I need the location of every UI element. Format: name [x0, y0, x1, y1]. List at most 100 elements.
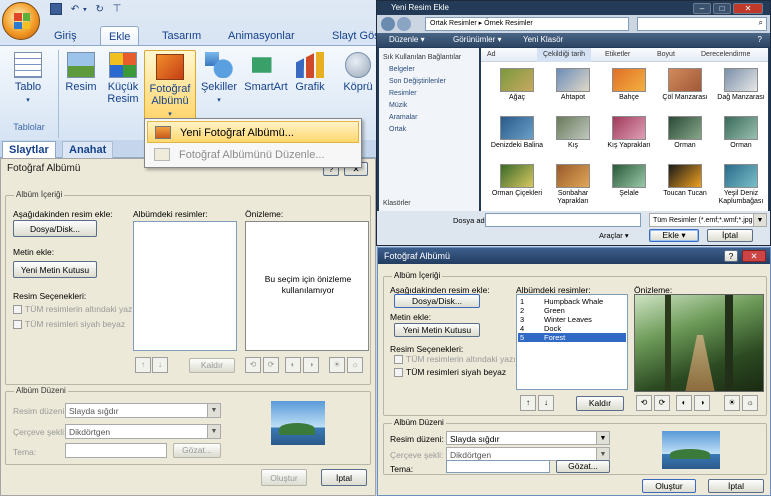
dialog2-captions-checkbox[interactable] — [394, 355, 403, 364]
help-icon[interactable]: ? — [758, 33, 762, 47]
maximize-button[interactable]: □ — [713, 3, 731, 14]
tools-menu[interactable]: Araçlar ▾ — [599, 231, 629, 240]
thumbnail-image[interactable] — [668, 116, 702, 140]
move-down-button[interactable]: ↓ — [152, 357, 168, 373]
save-icon[interactable] — [50, 3, 62, 15]
forward-icon[interactable] — [397, 17, 411, 31]
dialog2-create-button[interactable]: Oluştur — [642, 479, 696, 493]
table-button[interactable]: Tablo ▾ — [8, 52, 48, 107]
views-button[interactable]: Görünümler ▾ — [453, 33, 502, 47]
nav-item-pictures[interactable]: Resimler — [389, 90, 417, 97]
thumbnail-image[interactable] — [724, 68, 758, 92]
menu-item-new-album[interactable]: Yeni Fotoğraf Albümü... — [147, 121, 359, 143]
picture-button[interactable]: Resim — [62, 52, 100, 93]
back-icon[interactable] — [381, 17, 395, 31]
organize-button[interactable]: Düzenle ▾ — [389, 33, 425, 47]
thumbnail-image[interactable] — [612, 68, 646, 92]
shapes-button[interactable]: Şekiller ▾ — [198, 52, 240, 107]
col-name[interactable]: Ad — [487, 48, 496, 62]
col-tags[interactable]: Etiketler — [605, 48, 630, 62]
bw-checkbox[interactable] — [13, 320, 22, 329]
contrast-up-button[interactable]: ◐ — [285, 357, 301, 373]
rotate-right-button[interactable]: ⟳ — [263, 357, 279, 373]
dialog2-picture-layout-select[interactable]: Slayda sığdır ▼ — [446, 431, 610, 445]
menu-item-edit-album[interactable]: Fotoğraf Albümünü Düzenle... — [147, 144, 359, 166]
office-button[interactable] — [2, 2, 40, 40]
thumbnail-image[interactable] — [500, 68, 534, 92]
redo-icon[interactable]: ↻ — [95, 4, 103, 15]
dialog2-pictures-list[interactable]: 1 Humpback Whale 2 Green 3 Winter Leaves 4 Dock… — [516, 294, 628, 390]
filetype-select[interactable]: Tüm Resimler (*.emf;*.wmf;*.jpg;*.j ▼ — [649, 213, 767, 227]
insert-button[interactable]: Ekle ▾ — [649, 229, 699, 242]
col-rating[interactable]: Derecelendirme — [701, 48, 750, 62]
picture-list-item[interactable]: 4 Dock — [518, 324, 626, 333]
contrast-down-button[interactable]: ◑ — [303, 357, 319, 373]
thumbnail-image[interactable] — [500, 116, 534, 140]
col-date[interactable]: Çekildiği tarih — [537, 48, 592, 62]
nav-item-recent[interactable]: Son Değiştirilenler — [389, 78, 446, 85]
theme-input[interactable] — [65, 443, 167, 458]
frame-shape-select[interactable]: Dikdörtgen ▼ — [65, 424, 221, 439]
tab-animasyonlar[interactable]: Animasyonlar — [220, 26, 303, 46]
thumbnail-image[interactable] — [556, 164, 590, 188]
folders-toggle[interactable]: Klasörler — [383, 200, 411, 207]
dialog2-new-textbox-button[interactable]: Yeni Metin Kutusu — [394, 323, 480, 337]
picture-list-item[interactable]: 5 Forest — [518, 333, 626, 342]
chart-button[interactable]: Grafik — [292, 52, 328, 93]
file-disk-button[interactable]: Dosya/Disk... — [13, 220, 97, 237]
thumbnail-image[interactable] — [668, 68, 702, 92]
dialog2-bw-checkbox[interactable] — [394, 368, 403, 377]
qat-menu-icon[interactable]: ⊤ — [113, 4, 122, 15]
window-close-button[interactable]: ✕ — [733, 3, 763, 14]
new-textbox-button[interactable]: Yeni Metin Kutusu — [13, 261, 97, 278]
create-button[interactable]: Oluştur — [261, 469, 307, 486]
picture-list-item[interactable]: 3 Winter Leaves — [518, 315, 626, 324]
captions-checkbox[interactable] — [13, 305, 22, 314]
thumbnail-image[interactable] — [724, 164, 758, 188]
dialog2-rotate-left-button[interactable]: ⟲ — [636, 395, 652, 411]
col-size[interactable]: Boyut — [657, 48, 675, 62]
tab-slayt-goster[interactable]: Slayt Gös — [324, 26, 376, 46]
address-input[interactable]: Ortak Resimler ▸ Örnek Resimler — [425, 17, 629, 31]
dialog2-brightness-up-button[interactable]: ☀ — [724, 395, 740, 411]
tab-ekle[interactable]: Ekle — [100, 26, 140, 46]
hyperlink-button[interactable]: Köprü — [338, 52, 376, 93]
thumbnail-image[interactable] — [668, 164, 702, 188]
clipart-button[interactable]: Küçük Resim — [104, 52, 142, 105]
tab-slaytlar[interactable]: Slaytlar — [2, 141, 56, 158]
tab-anahat[interactable]: Anahat — [62, 141, 114, 158]
browse-button[interactable]: Gözat... — [173, 443, 221, 458]
dialog2-move-up-button[interactable]: ↑ — [520, 395, 536, 411]
nav-item-belgeler[interactable]: Belgeler — [389, 66, 415, 73]
search-input[interactable]: ⌕ — [637, 17, 767, 31]
smartart-button[interactable]: SmartArt — [240, 52, 292, 93]
rotate-left-button[interactable]: ⟲ — [245, 357, 261, 373]
move-up-button[interactable]: ↑ — [135, 357, 151, 373]
dialog2-cancel-button[interactable]: İptal — [708, 479, 764, 493]
dialog2-remove-button[interactable]: Kaldır — [576, 396, 624, 411]
dialog2-move-down-button[interactable]: ↓ — [538, 395, 554, 411]
thumbnail-image[interactable] — [556, 68, 590, 92]
dialog2-contrast-up-button[interactable]: ◐ — [676, 395, 692, 411]
new-folder-button[interactable]: Yeni Klasör — [523, 33, 563, 47]
filename-input[interactable] — [485, 213, 641, 227]
thumbnail-image[interactable] — [500, 164, 534, 188]
cancel-button[interactable]: İptal — [321, 469, 367, 486]
nav-item-searches[interactable]: Aramalar — [389, 114, 417, 121]
picture-list-item[interactable]: 2 Green — [518, 306, 626, 315]
dialog2-file-disk-button[interactable]: Dosya/Disk... — [394, 294, 480, 308]
dialog2-rotate-right-button[interactable]: ⟳ — [654, 395, 670, 411]
brightness-down-button[interactable]: ☼ — [347, 357, 363, 373]
minimize-button[interactable]: – — [693, 3, 711, 14]
tab-giris[interactable]: Giriş — [46, 26, 85, 46]
pictures-list[interactable] — [133, 221, 237, 351]
dialog2-brightness-down-button[interactable]: ☼ — [742, 395, 758, 411]
thumbnail-image[interactable] — [724, 116, 758, 140]
remove-button[interactable]: Kaldır — [189, 358, 235, 373]
picture-layout-select[interactable]: Slayda sığdır ▼ — [65, 403, 221, 418]
thumbnail-image[interactable] — [612, 164, 646, 188]
dialog2-close-button[interactable]: ✕ — [742, 250, 766, 262]
picture-list-item[interactable]: 1 Humpback Whale — [518, 297, 626, 306]
thumbnail-image[interactable] — [612, 116, 646, 140]
thumbnail-image[interactable] — [556, 116, 590, 140]
